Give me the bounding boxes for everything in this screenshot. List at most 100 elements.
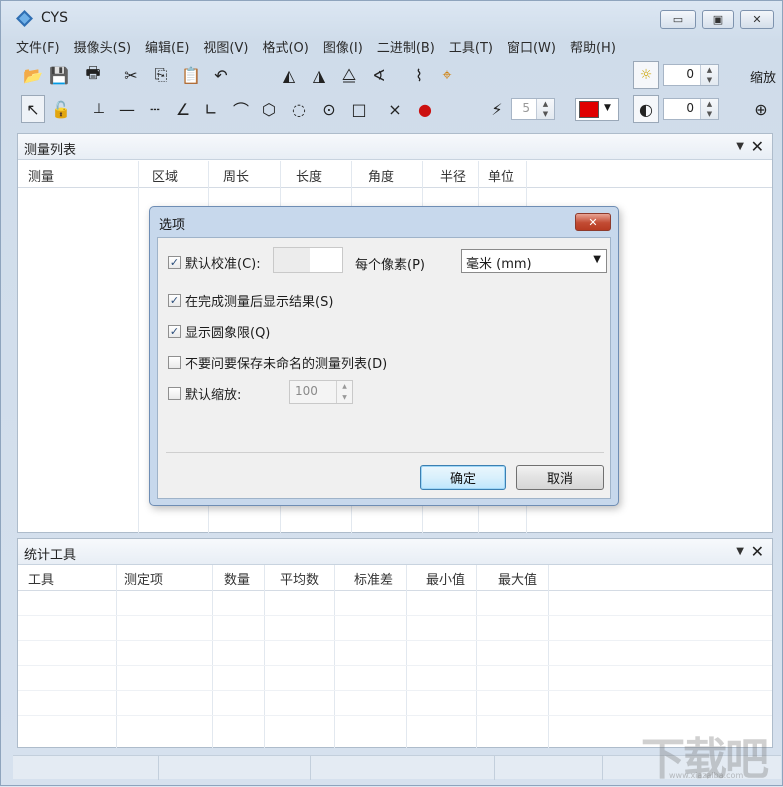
paste-icon[interactable]: 📋 <box>179 61 203 89</box>
spinner-arrows-icon[interactable]: ▲ ▼ <box>536 99 554 119</box>
row-divider <box>18 690 772 691</box>
angle-icon[interactable]: ∢ <box>367 61 391 89</box>
menu-edit[interactable]: 编辑(E) <box>138 35 196 57</box>
col-max[interactable]: 最大值 <box>498 569 537 595</box>
close-button[interactable]: ✕ <box>740 10 774 29</box>
col-min[interactable]: 最小值 <box>426 569 465 595</box>
menu-window[interactable]: 窗口(W) <box>500 35 563 57</box>
row-divider <box>18 715 772 716</box>
cut-icon[interactable]: ✂ <box>119 61 143 89</box>
show-results-checkbox[interactable] <box>168 293 181 307</box>
option-show-results[interactable]: 在完成测量后显示结果(S) <box>168 290 333 310</box>
default-zoom-checkbox[interactable] <box>168 386 181 400</box>
app-window: CYS ▭ ▣ ✕ 文件(F) 摄像头(S) 编辑(E) 视图(V) 格式(O)… <box>0 0 783 786</box>
circle-center-icon[interactable]: ⊙ <box>317 95 341 123</box>
spinner-arrows-icon[interactable]: ▲ ▼ <box>700 65 718 85</box>
row-divider <box>18 615 772 616</box>
crosshair-icon[interactable]: ⌖ <box>435 61 459 89</box>
brightness-icon[interactable]: ☼ <box>633 61 659 89</box>
status-cell <box>311 756 495 780</box>
menu-file[interactable]: 文件(F) <box>9 35 67 57</box>
option-no-ask-save[interactable]: 不要问要保存未命名的测量列表(D) <box>168 352 387 372</box>
line-icon[interactable]: — <box>115 95 139 123</box>
polygon-icon[interactable]: ⬡ <box>257 95 281 123</box>
maximize-button[interactable]: ▣ <box>702 10 734 29</box>
contrast-spinner[interactable]: 0 ▲ ▼ <box>663 98 719 120</box>
options-dialog: 选项 ✕ 默认校准(C): 每个像素(P) 毫米 (mm) ▼ 在完成测量后显示… <box>149 206 619 506</box>
open-icon[interactable]: 📂 <box>21 61 45 89</box>
flip-right-icon[interactable]: ◮ <box>307 61 331 89</box>
calibration-checkbox[interactable] <box>168 255 181 269</box>
cancel-button[interactable]: 取消 <box>516 465 604 490</box>
maximize-icon: ▣ <box>712 13 724 26</box>
show-quadrant-checkbox[interactable] <box>168 324 181 338</box>
col-count[interactable]: 数量 <box>224 569 250 595</box>
calibration-input[interactable] <box>273 247 343 273</box>
col-length[interactable]: 长度 <box>296 166 322 192</box>
pin-icon[interactable]: ▼ <box>736 141 744 152</box>
option-show-quadrant[interactable]: 显示圆象限(Q) <box>168 321 270 341</box>
col-angle[interactable]: 角度 <box>368 166 394 192</box>
save-icon[interactable]: 💾 <box>47 61 71 89</box>
point-icon[interactable]: ● <box>413 95 437 123</box>
circle-points-icon[interactable]: ◌ <box>287 95 311 123</box>
copy-icon[interactable]: ⎘ <box>149 61 173 89</box>
spinner-arrows-icon[interactable]: ▲ ▼ <box>700 99 718 119</box>
col-measure[interactable]: 测量 <box>28 166 54 192</box>
undo-icon[interactable]: ↶ <box>209 61 233 89</box>
color-picker[interactable]: ▼ <box>575 98 619 121</box>
col-perimeter[interactable]: 周长 <box>223 166 249 192</box>
menu-binary[interactable]: 二进制(B) <box>370 35 442 57</box>
col-mean[interactable]: 平均数 <box>280 569 319 595</box>
unit-select[interactable]: 毫米 (mm) ▼ <box>461 249 607 273</box>
right-angle-icon[interactable]: ∟ <box>199 95 223 123</box>
menu-view[interactable]: 视图(V) <box>196 35 255 57</box>
wand-tolerance-spinner[interactable]: 5 ▲ ▼ <box>511 98 555 120</box>
col-unit[interactable]: 单位 <box>488 166 514 192</box>
zoom-in-icon[interactable]: ⊕ <box>749 95 773 123</box>
row-divider <box>18 640 772 641</box>
ok-button[interactable]: 确定 <box>420 465 506 490</box>
mirror-icon[interactable]: ⧋ <box>337 61 361 89</box>
no-ask-save-checkbox[interactable] <box>168 355 181 369</box>
menu-help[interactable]: 帮助(H) <box>563 35 623 57</box>
ok-label: 确定 <box>449 472 476 487</box>
spinner-arrows-icon[interactable]: ▲ ▼ <box>336 381 352 403</box>
panel-close-icon[interactable]: ✕ <box>751 137 764 156</box>
perpendicular-icon[interactable]: ⊥ <box>87 95 111 123</box>
col-tool[interactable]: 工具 <box>28 569 54 595</box>
col-item[interactable]: 测定项 <box>124 569 163 595</box>
minimize-button[interactable]: ▭ <box>660 10 696 29</box>
flip-left-icon[interactable]: ◭ <box>277 61 301 89</box>
panel-close-icon[interactable]: ✕ <box>751 542 764 561</box>
print-icon[interactable]: 🖶 <box>81 61 105 89</box>
line-tool-icon[interactable]: ⌇ <box>407 61 431 89</box>
col-stddev[interactable]: 标准差 <box>354 569 393 595</box>
arc-icon[interactable]: ⌒ <box>229 95 253 123</box>
menu-format[interactable]: 格式(O) <box>255 35 315 57</box>
color-swatch <box>579 101 599 118</box>
contrast-icon[interactable]: ◐ <box>633 95 659 123</box>
option-calibration[interactable]: 默认校准(C): <box>168 252 261 272</box>
menu-tools[interactable]: 工具(T) <box>442 35 500 57</box>
dashed-line-icon[interactable]: ┄ <box>143 95 167 123</box>
option-default-zoom[interactable]: 默认缩放: <box>168 383 241 403</box>
magic-wand-icon[interactable]: ⚡ <box>485 95 509 123</box>
menu-image[interactable]: 图像(I) <box>316 35 370 57</box>
lock-icon[interactable]: 🔓 <box>49 95 73 123</box>
angle-measure-icon[interactable]: ∠ <box>171 95 195 123</box>
chevron-down-icon: ▼ <box>593 254 601 265</box>
delete-x-icon[interactable]: × <box>383 95 407 123</box>
pin-icon[interactable]: ▼ <box>736 546 744 557</box>
col-radius[interactable]: 半径 <box>440 166 466 192</box>
menu-camera[interactable]: 摄像头(S) <box>67 35 138 57</box>
col-area[interactable]: 区域 <box>152 166 178 192</box>
brightness-spinner[interactable]: 0 ▲ ▼ <box>663 64 719 86</box>
unit-selected: 毫米 (mm) <box>466 257 532 272</box>
default-zoom-spinner[interactable]: 100 ▲ ▼ <box>289 380 353 404</box>
column-divider <box>334 565 335 748</box>
dialog-close-button[interactable]: ✕ <box>575 213 611 231</box>
pointer-icon[interactable]: ↖ <box>21 95 45 123</box>
dialog-body: 默认校准(C): 每个像素(P) 毫米 (mm) ▼ 在完成测量后显示结果(S)… <box>157 237 611 499</box>
rectangle-icon[interactable]: □ <box>347 95 371 123</box>
